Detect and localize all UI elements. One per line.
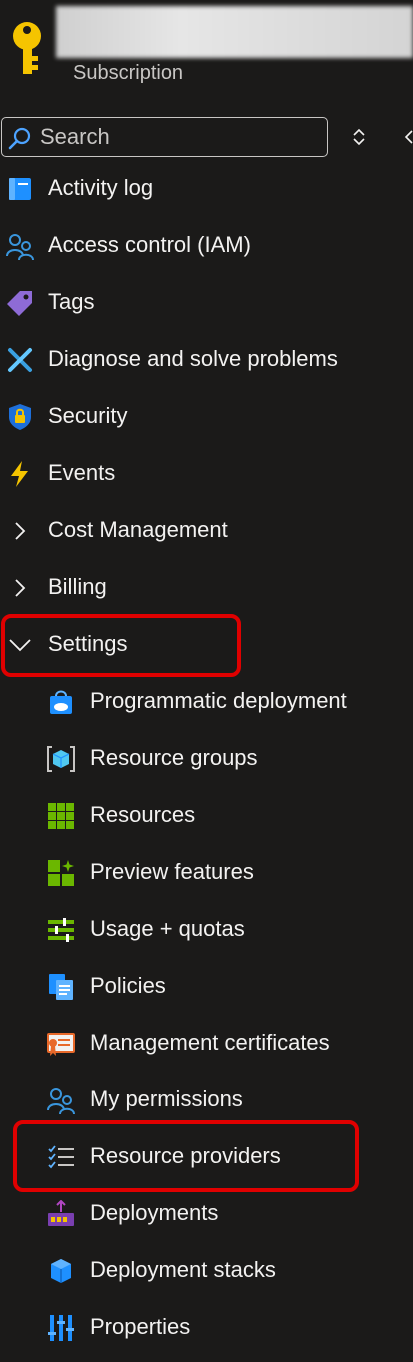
users-icon [47,1088,75,1114]
nav-label: Resource groups [90,745,258,770]
nav-label: Cost Management [48,517,228,542]
nav-label: Properties [90,1314,191,1339]
nav-label: Deployments [90,1200,219,1225]
preview-features-icon [48,860,74,886]
resource-group-icon [47,746,75,772]
nav-label: Preview features [90,859,254,884]
nav-item-tags[interactable]: Tags [0,275,413,331]
nav-item-properties[interactable]: Properties [0,1300,413,1356]
chevron-right-icon [15,522,26,540]
chevron-right-icon [15,579,26,597]
nav-label: Billing [48,574,107,599]
deployments-icon [48,1200,74,1226]
nav-label: Management certificates [90,1030,330,1055]
collapse-menu-icon[interactable] [400,127,413,147]
nav-label: Security [48,403,128,428]
subscription-name-redacted [56,6,413,58]
nav-item-billing[interactable]: Billing [0,560,413,616]
nav-label: My permissions [90,1086,243,1111]
sort-updown-icon[interactable] [350,127,368,147]
nav-item-security[interactable]: Security [0,389,413,445]
certificate-icon [47,1033,75,1056]
nav-label: Usage + quotas [90,916,245,941]
resource-providers-highlight-box [13,1120,359,1192]
key-icon [13,22,41,74]
nav-label: Diagnose and solve problems [48,346,338,371]
nav-item-deployments[interactable]: Deployments [0,1186,413,1242]
nav-item-programmatic-deployment[interactable]: Programmatic deployment [0,674,413,730]
usage-quotas-icon [48,918,74,942]
policies-document-icon [49,974,73,1000]
search-icon [8,127,31,150]
properties-sliders-icon [48,1315,74,1341]
marketplace-bag-icon [50,690,72,714]
nav-item-resource-groups[interactable]: Resource groups [0,731,413,787]
nav-item-cost-management[interactable]: Cost Management [0,503,413,559]
nav-label: Policies [90,973,166,998]
nav-item-preview-features[interactable]: Preview features [0,845,413,901]
nav-item-activity-log[interactable]: Activity log [0,161,413,217]
nav-item-access-control[interactable]: Access control (IAM) [0,218,413,274]
access-control-icon [6,234,34,260]
resources-grid-icon [48,803,74,829]
subscription-type-label: Subscription [73,62,184,84]
nav-label: Tags [48,289,95,314]
settings-highlight-box [1,614,241,677]
nav-item-diagnose[interactable]: Diagnose and solve problems [0,332,413,388]
nav-label: Access control (IAM) [48,232,251,257]
search-box[interactable] [1,117,328,157]
nav-label: Deployment stacks [90,1257,276,1282]
nav-label: Events [48,460,116,485]
nav-label: Resources [90,802,196,827]
nav-item-events[interactable]: Events [0,446,413,502]
lightning-bolt-icon [11,461,28,487]
nav-label: Activity log [48,175,154,200]
wrench-screwdriver-icon [8,348,32,372]
nav-item-policies[interactable]: Policies [0,959,413,1015]
nav-item-usage-quotas[interactable]: Usage + quotas [0,902,413,958]
subscription-header: Subscription [0,0,413,100]
nav-item-deployment-stacks[interactable]: Deployment stacks [0,1243,413,1299]
shield-lock-icon [9,404,31,430]
deployment-stacks-icon [51,1259,71,1283]
search-input[interactable] [40,122,320,152]
nav-item-resources[interactable]: Resources [0,788,413,844]
nav-label: Programmatic deployment [90,688,347,713]
nav-item-management-certificates[interactable]: Management certificates [0,1016,413,1072]
activity-log-icon [9,178,31,200]
tag-icon [7,291,32,316]
